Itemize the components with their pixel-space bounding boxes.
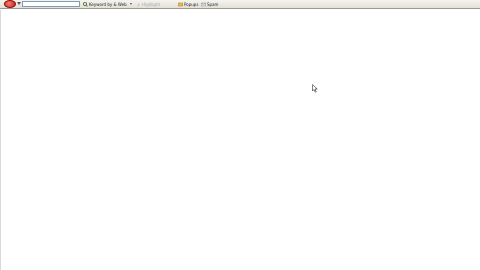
popup-blocker-icon [178, 2, 183, 7]
search-input[interactable] [22, 1, 80, 7]
popups-button[interactable]: Popups [178, 1, 198, 8]
mouse-cursor-icon [312, 84, 318, 93]
search-icon [83, 2, 88, 7]
spam-button[interactable]: Spam [201, 1, 218, 8]
popups-label: Popups [184, 2, 199, 7]
spam-label: Spam [207, 2, 219, 7]
highlight-icon [137, 3, 140, 7]
search-button-label: Keyword by & Web [89, 2, 127, 7]
highlight-button[interactable]: Highlight [136, 1, 160, 8]
toolbar-logo-icon[interactable] [4, 0, 16, 8]
highlight-label: Highlight [142, 2, 161, 7]
search-options-caret-icon[interactable] [130, 3, 132, 5]
page-content-area[interactable] [0, 10, 480, 270]
spam-icon [201, 2, 206, 7]
browser-toolbar: Keyword by & Web Highlight Popups Spam [0, 0, 480, 9]
logo-dropdown-caret-icon[interactable] [17, 2, 21, 5]
search-button[interactable]: Keyword by & Web [83, 1, 127, 8]
